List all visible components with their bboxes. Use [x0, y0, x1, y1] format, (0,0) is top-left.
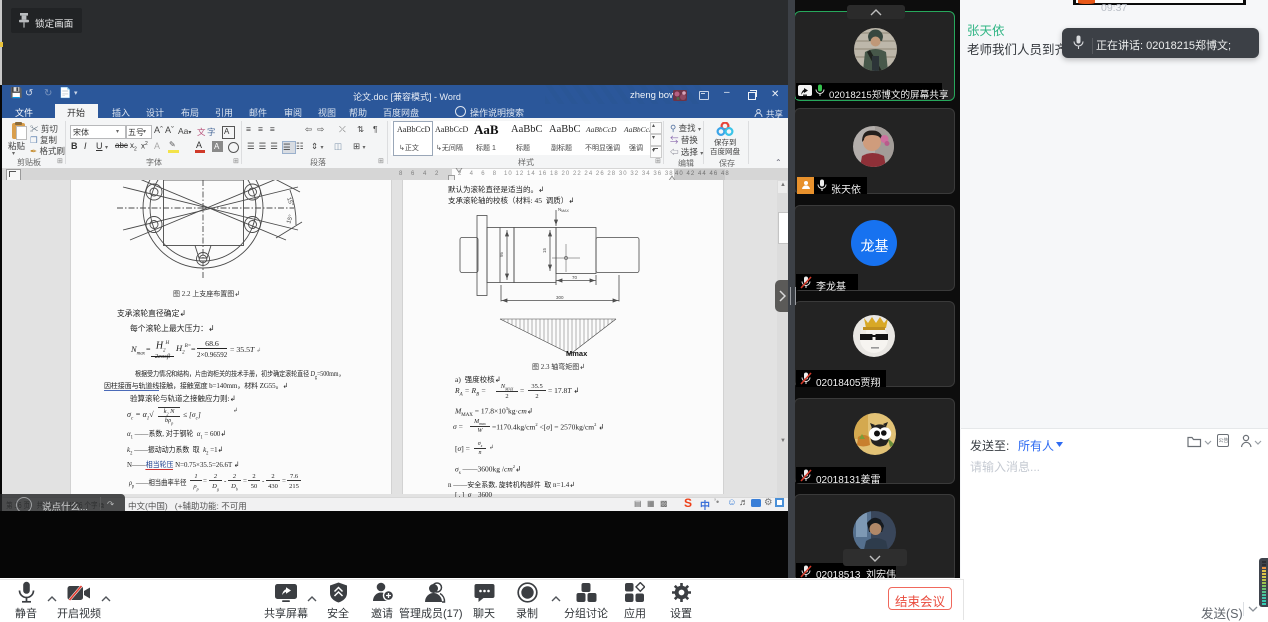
svg-text:300: 300: [556, 295, 564, 300]
svg-text:95: 95: [499, 251, 504, 257]
svg-text:15: 15: [542, 247, 547, 253]
svg-text:NMAX: NMAX: [558, 207, 570, 213]
svg-text:15°: 15°: [286, 214, 295, 225]
svg-text:70: 70: [572, 275, 578, 280]
